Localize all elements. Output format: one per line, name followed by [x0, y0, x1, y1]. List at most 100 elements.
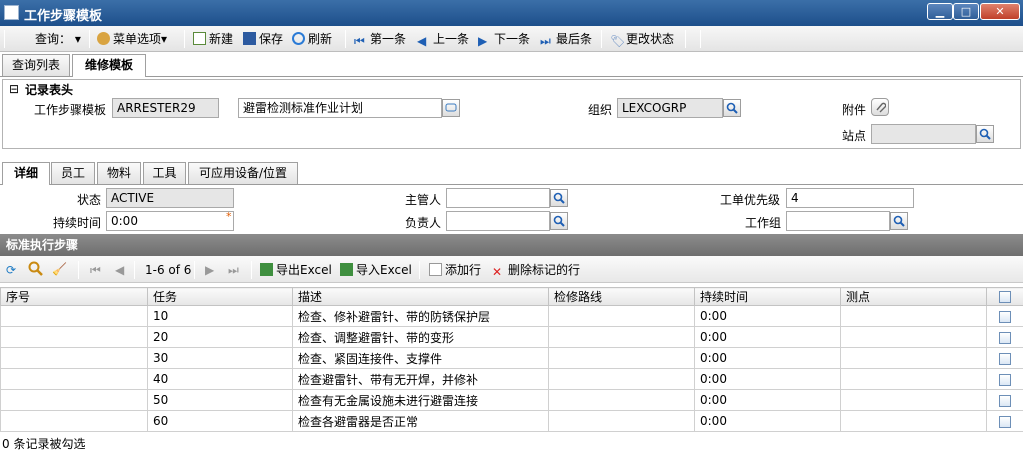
cell-task: 30: [147, 347, 293, 369]
col-header-route[interactable]: 检修路线: [548, 287, 695, 306]
grid-next-page-icon[interactable]: ▶: [205, 262, 214, 278]
cell-point: [840, 410, 987, 432]
col-header-task[interactable]: 任务: [147, 287, 293, 306]
main-tab-bar: 查询列表 维修模板: [0, 52, 1023, 77]
table-row[interactable]: 60 检查各避雷器是否正常 0:00: [0, 410, 1023, 432]
collapse-icon[interactable]: ⊟: [9, 82, 19, 96]
refresh-button[interactable]: 刷新: [292, 31, 332, 47]
table-row[interactable]: 40 检查避雷针、带有无开焊，并修补 0:00: [0, 368, 1023, 390]
cell-duration: 0:00: [694, 347, 841, 369]
tab-query-list[interactable]: 查询列表: [2, 54, 70, 76]
tab-applicable-assets[interactable]: 可应用设备/位置: [188, 162, 298, 184]
cell-point: [840, 368, 987, 390]
grid-prev-page-icon[interactable]: ◀: [115, 262, 124, 278]
owner-lookup-button[interactable]: [550, 212, 568, 230]
red-x-icon: ✕: [492, 265, 503, 279]
next-record-button[interactable]: ▶ 下一条: [478, 31, 530, 48]
tab-maintenance-template[interactable]: 维修模板: [72, 54, 146, 77]
change-status-button[interactable]: 🏷更改状态: [610, 31, 674, 48]
tab-staff[interactable]: 员工: [51, 162, 95, 184]
org-field[interactable]: LEXCOGRP: [617, 98, 723, 118]
cell-seq: [0, 305, 148, 327]
new-button[interactable]: 新建: [193, 31, 233, 47]
org-label: 组织: [588, 103, 613, 117]
col-header-duration[interactable]: 持续时间: [694, 287, 841, 306]
maximize-button[interactable]: □: [953, 3, 979, 20]
workgroup-field[interactable]: [786, 211, 890, 231]
table-row[interactable]: 30 检查、紧固连接件、支撑件 0:00: [0, 347, 1023, 369]
row-checkbox[interactable]: [986, 368, 1023, 390]
site-field[interactable]: [871, 124, 976, 144]
attachment-label: 附件: [842, 103, 867, 117]
minimize-button[interactable]: ▁: [927, 3, 953, 20]
tab-materials[interactable]: 物料: [97, 162, 141, 184]
next-icon: ▶: [478, 34, 488, 48]
import-excel-button[interactable]: 导入Excel: [340, 262, 412, 278]
grid-last-page-icon[interactable]: ⏭: [228, 262, 239, 278]
table-row[interactable]: 50 检查有无金属设施未进行避雷连接 0:00: [0, 389, 1023, 411]
grid-first-page-icon[interactable]: ⏮: [90, 262, 101, 278]
add-row-button[interactable]: 添加行: [429, 262, 481, 278]
cell-desc: 检查、调整避雷针、带的变形: [292, 326, 549, 348]
magnifier-icon: [726, 102, 738, 114]
last-record-button[interactable]: ⏭ 最后条: [540, 31, 592, 48]
prev-icon: ◀: [417, 34, 427, 48]
checkbox-icon: [999, 373, 1011, 386]
duration-field[interactable]: 0:00: [106, 211, 234, 231]
table-row[interactable]: 20 检查、调整避雷针、带的变形 0:00: [0, 326, 1023, 348]
floppy-icon: [243, 32, 256, 45]
magnifier-icon: [979, 128, 991, 140]
workgroup-lookup-button[interactable]: [890, 212, 908, 230]
org-lookup-button[interactable]: [723, 99, 741, 117]
supervisor-field[interactable]: [446, 188, 550, 208]
duration-label: 持续时间: [53, 216, 102, 230]
record-header-panel: ⊟ 记录表头 工作步骤模板 ARRESTER29 避雷检测标准作业计划 组织 L…: [2, 79, 1021, 149]
row-checkbox[interactable]: [986, 389, 1023, 411]
cell-duration: 0:00: [694, 368, 841, 390]
query-dropdown[interactable]: 查询： ▾: [35, 31, 81, 47]
supervisor-label: 主管人: [405, 193, 442, 207]
tab-details[interactable]: 详细: [2, 162, 50, 185]
cell-duration: 0:00: [694, 305, 841, 327]
first-record-button[interactable]: ⏮ 第一条: [354, 31, 406, 48]
row-checkbox[interactable]: [986, 305, 1023, 327]
save-button[interactable]: 保存: [243, 31, 283, 47]
attachment-button[interactable]: [871, 98, 889, 116]
broom-icon[interactable]: 🧹: [52, 261, 67, 277]
cell-route: [548, 347, 695, 369]
workgroup-label: 工作组: [745, 216, 782, 230]
export-excel-button[interactable]: 导出Excel: [260, 262, 332, 278]
site-lookup-button[interactable]: [976, 125, 994, 143]
cell-route: [548, 368, 695, 390]
tab-tools[interactable]: 工具: [143, 162, 186, 184]
col-header-desc[interactable]: 描述: [292, 287, 549, 306]
cell-duration: 0:00: [694, 389, 841, 411]
menu-options-button[interactable]: 菜单选项▾: [97, 31, 167, 47]
row-checkbox[interactable]: [986, 410, 1023, 432]
owner-field[interactable]: [446, 211, 550, 231]
status-field[interactable]: ACTIVE: [106, 188, 234, 208]
table-row[interactable]: 10 检查、修补避雷针、带的防锈保护层 0:00: [0, 305, 1023, 327]
template-code-field[interactable]: ARRESTER29: [112, 98, 219, 118]
supervisor-lookup-button[interactable]: [550, 189, 568, 207]
col-header-seq[interactable]: 序号: [0, 287, 148, 306]
grid-refresh-icon[interactable]: ⟳: [6, 262, 16, 278]
grid-search-button[interactable]: [28, 261, 44, 277]
cell-task: 60: [147, 410, 293, 432]
prev-record-button[interactable]: ◀ 上一条: [417, 31, 469, 48]
magnifier-icon: [893, 215, 905, 227]
row-checkbox[interactable]: [986, 347, 1023, 369]
priority-field[interactable]: 4: [786, 188, 914, 208]
main-toolbar: 查询： ▾ 菜单选项▾ 新建 保存 刷新 ⏮ 第一条 ◀ 上一条 ▶ 下一条 ⏭ 最后条…: [0, 26, 1023, 52]
owner-label: 负责人: [405, 216, 442, 230]
template-description-field[interactable]: 避雷检测标准作业计划: [238, 98, 442, 118]
refresh-icon: [292, 32, 305, 45]
steps-table: 序号 任务 描述 检修路线 持续时间 测点 10 检查、修补避雷针、带的防锈保护层…: [0, 287, 1023, 432]
col-header-point[interactable]: 测点: [840, 287, 987, 306]
select-all-checkbox[interactable]: [986, 287, 1023, 306]
description-editor-button[interactable]: [442, 99, 460, 117]
row-checkbox[interactable]: [986, 326, 1023, 348]
close-button[interactable]: ✕: [980, 3, 1020, 20]
delete-marked-button[interactable]: ✕ 删除标记的行: [492, 262, 580, 279]
cell-route: [548, 410, 695, 432]
